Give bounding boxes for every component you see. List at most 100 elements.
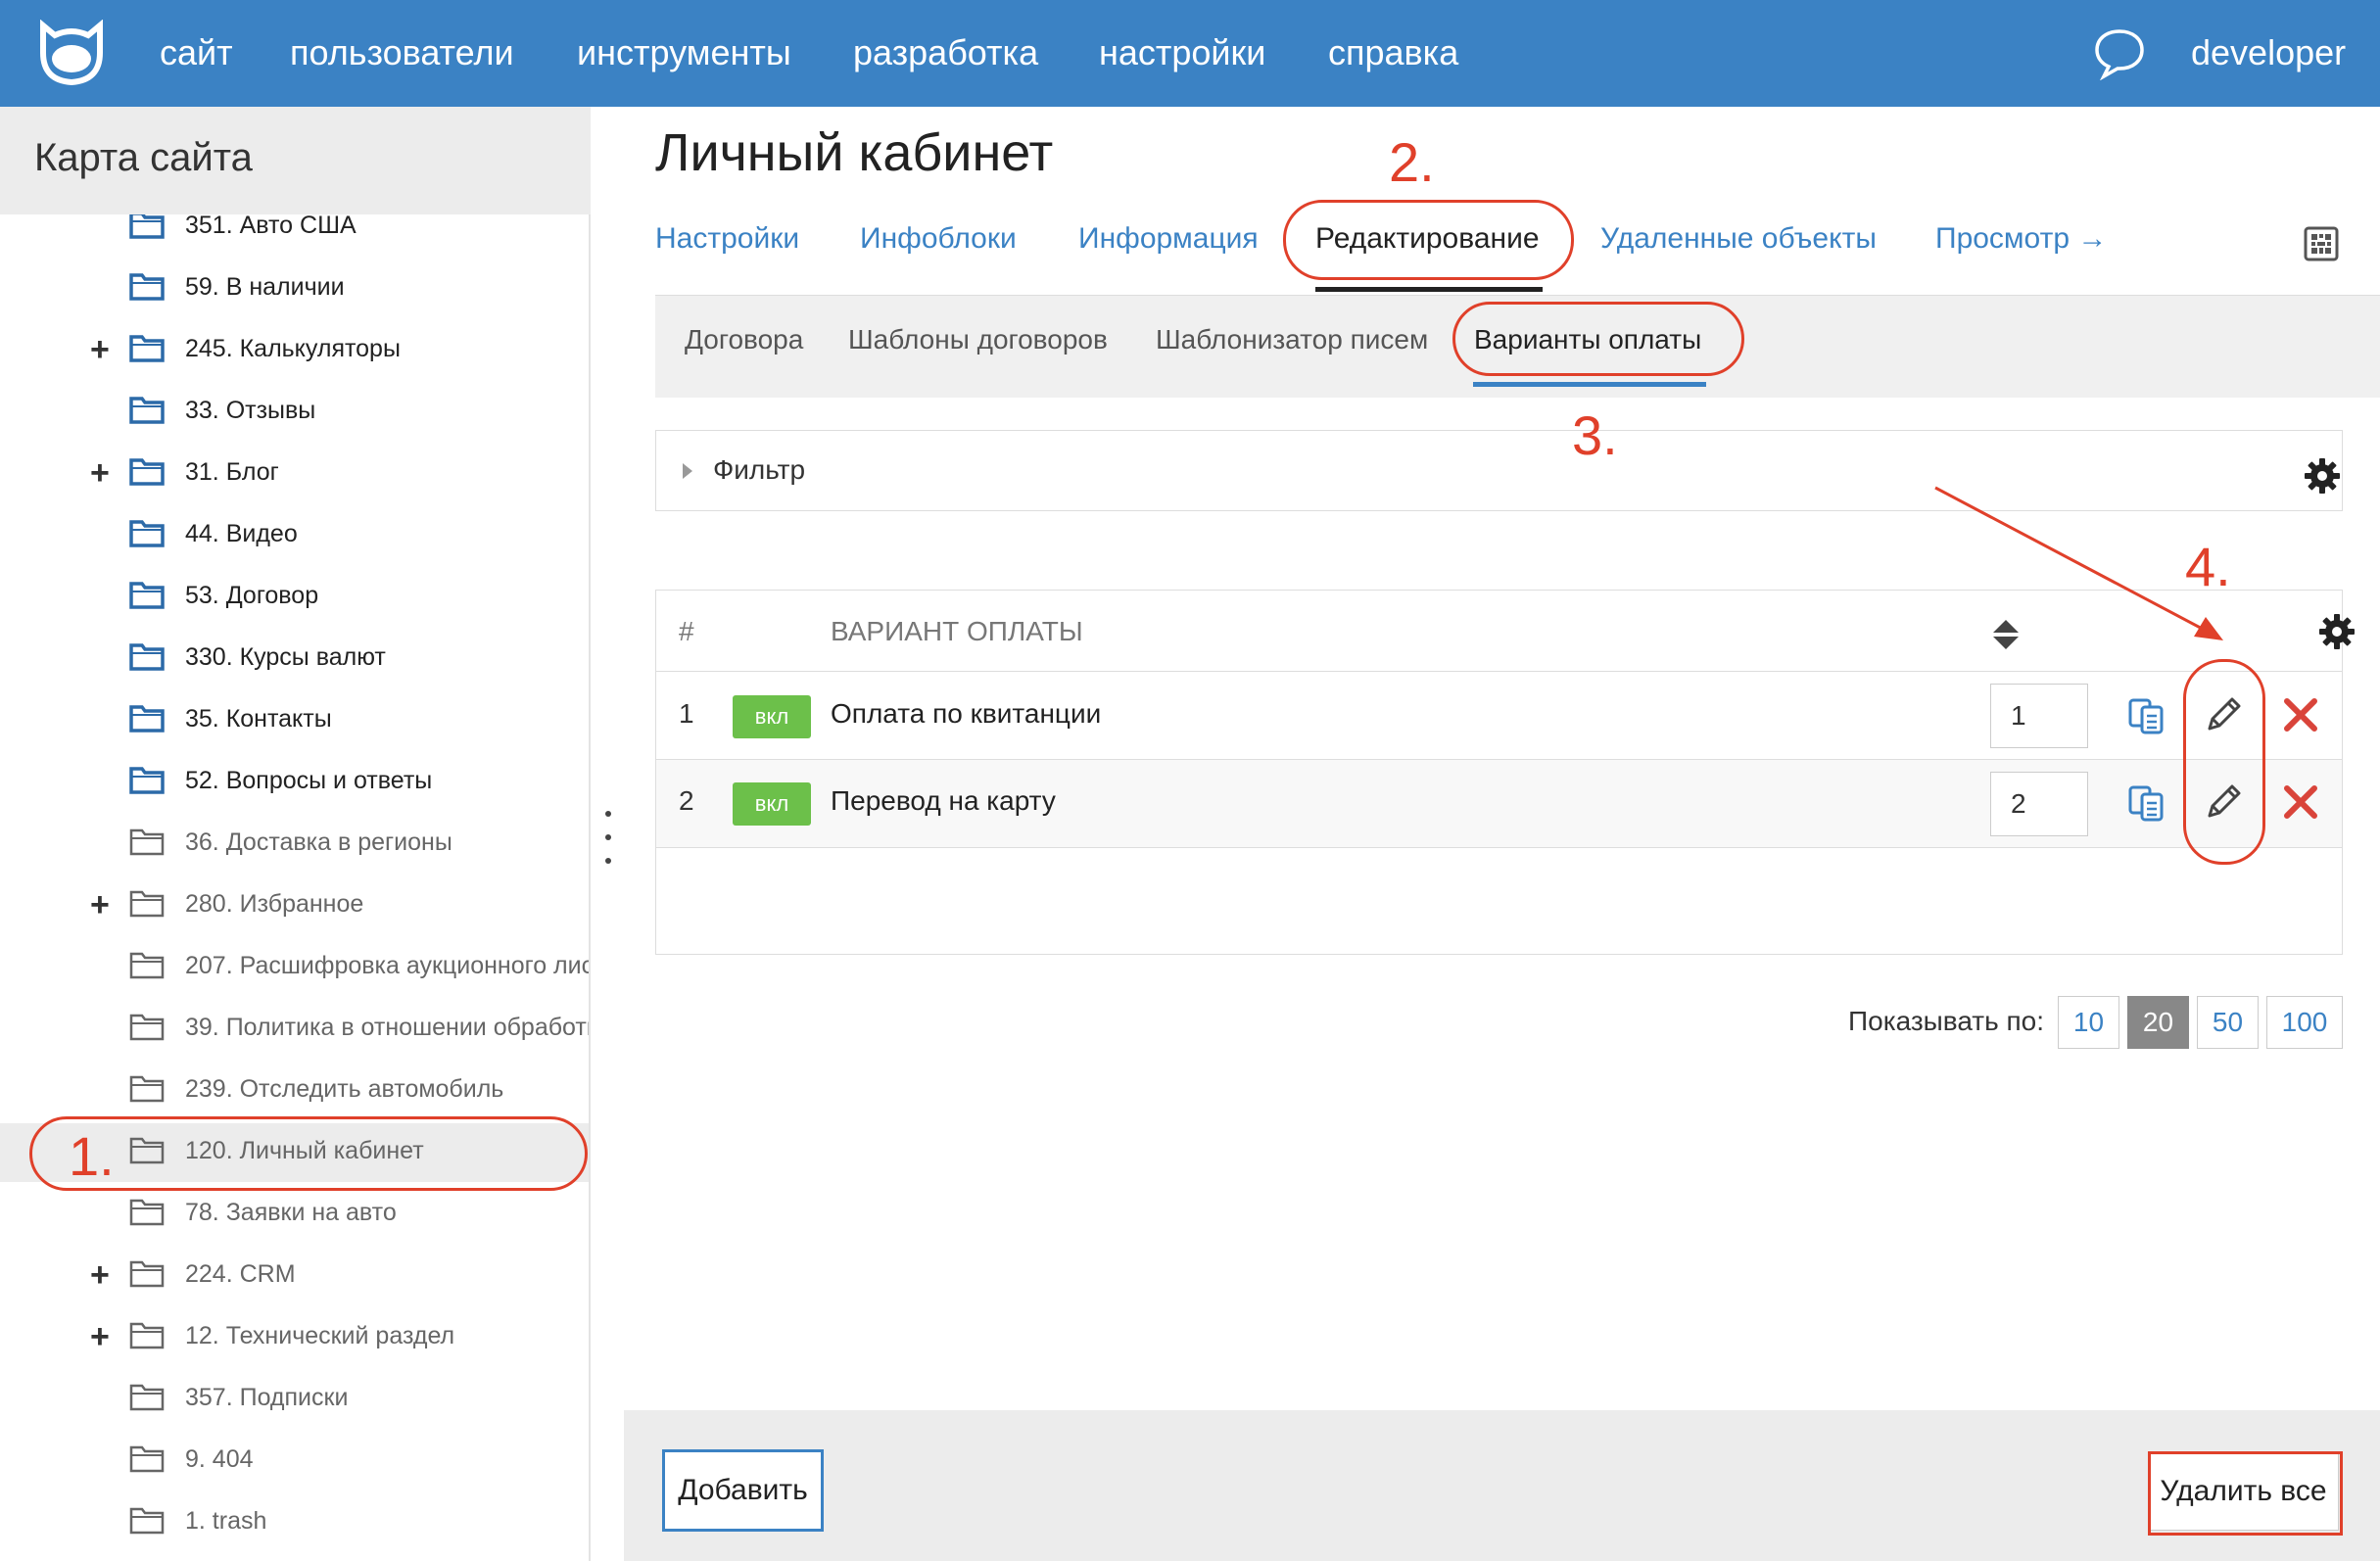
annotation-step-3: 3.: [1572, 404, 1618, 466]
qr-code-icon[interactable]: [2304, 226, 2339, 261]
tab-deleted-objects[interactable]: Удаленные объекты: [1600, 222, 1877, 256]
sitemap-item[interactable]: 357. Подписки: [0, 1370, 589, 1429]
expand-icon[interactable]: +: [90, 888, 110, 922]
folder-icon: [129, 1075, 165, 1103]
folder-icon: [129, 828, 165, 856]
page-size-20[interactable]: 20: [2127, 996, 2189, 1049]
sitemap-item[interactable]: +12. Технический раздел: [0, 1308, 589, 1367]
folder-icon: [129, 1384, 165, 1411]
sort-order-input[interactable]: 1: [1990, 684, 2088, 748]
sitemap-item[interactable]: 239. Отследить автомобиль: [0, 1062, 589, 1120]
sitemap-item[interactable]: +224. CRM: [0, 1247, 589, 1305]
sitemap-item[interactable]: 351. Авто США: [0, 214, 589, 257]
annotation-ring-edit-icons: [2183, 659, 2265, 865]
sitemap-item[interactable]: 36. Доставка в регионы: [0, 815, 589, 874]
folder-icon: [129, 952, 165, 979]
sitemap-item[interactable]: 39. Политика в отношении обработк: [0, 1000, 589, 1059]
page-size-100[interactable]: 100: [2266, 996, 2343, 1049]
folder-icon: [129, 335, 165, 362]
tab-information[interactable]: Информация: [1078, 222, 1259, 256]
tab-infoblocks[interactable]: Инфоблоки: [860, 222, 1017, 256]
folder-icon: [129, 1260, 165, 1288]
sitemap-item[interactable]: 9. 404: [0, 1432, 589, 1490]
sitemap-item[interactable]: 44. Видео: [0, 506, 589, 565]
sitemap-item-label: 245. Калькуляторы: [185, 335, 401, 362]
caret-right-icon: [683, 463, 692, 479]
nav-site[interactable]: сайт: [160, 29, 233, 76]
status-badge[interactable]: вкл: [733, 782, 811, 826]
nav-help[interactable]: справка: [1328, 29, 1458, 76]
column-header-payment-option[interactable]: ВАРИАНТ ОПЛАТЫ: [831, 616, 1083, 647]
status-badge[interactable]: вкл: [733, 695, 811, 738]
active-subtab-underline: [1473, 382, 1706, 387]
expand-icon[interactable]: +: [90, 1320, 110, 1353]
table-row: 2 вкл Перевод на карту 2: [656, 760, 2342, 847]
sitemap-item[interactable]: 52. Вопросы и ответы: [0, 753, 589, 812]
folder-icon: [129, 458, 165, 486]
add-button[interactable]: Добавить: [662, 1449, 824, 1532]
page-title: Личный кабинет: [655, 123, 1054, 182]
sitemap-item[interactable]: 78. Заявки на авто: [0, 1185, 589, 1244]
sidebar-header: Карта сайта: [0, 107, 591, 214]
expand-icon[interactable]: +: [90, 1258, 110, 1292]
sitemap-item[interactable]: +280. Избранное: [0, 876, 589, 935]
delete-icon[interactable]: [2283, 784, 2318, 820]
sidebar-resize-handle[interactable]: [604, 811, 612, 864]
sitemap-item[interactable]: 33. Отзывы: [0, 383, 589, 442]
table-spacer: [656, 848, 2342, 954]
table-settings-gear-icon[interactable]: [2317, 612, 2356, 651]
sidebar: Карта сайта 351. Авто США 59. В наличии +2…: [0, 107, 591, 1561]
chat-icon[interactable]: [2092, 25, 2147, 80]
payment-option-name[interactable]: Оплата по квитанции: [831, 698, 1101, 730]
sitemap-item-label: 36. Доставка в регионы: [185, 828, 452, 856]
subtab-letter-templater[interactable]: Шаблонизатор писем: [1156, 324, 1428, 355]
top-navigation-bar: сайт пользователи инструменты разработка…: [0, 0, 2380, 107]
subtab-contract-templates[interactable]: Шаблоны договоров: [848, 324, 1108, 355]
sitemap-item[interactable]: +245. Калькуляторы: [0, 321, 589, 380]
folder-icon: [129, 520, 165, 547]
delete-icon[interactable]: [2283, 697, 2318, 733]
expand-icon[interactable]: +: [90, 456, 110, 490]
row-number: 1: [679, 698, 694, 729]
sitemap-item-label: 53. Договор: [185, 582, 319, 609]
page-size-50[interactable]: 50: [2197, 996, 2259, 1049]
sitemap-item-label: 31. Блог: [185, 458, 279, 486]
sitemap-item[interactable]: 35. Контакты: [0, 691, 589, 750]
sitemap-item-label: 224. CRM: [185, 1260, 296, 1288]
nav-settings[interactable]: настройки: [1099, 29, 1265, 76]
nav-users[interactable]: пользователи: [290, 29, 514, 76]
folder-icon: [129, 890, 165, 918]
tab-settings[interactable]: Настройки: [655, 222, 799, 256]
sitemap-item-label: 9. 404: [185, 1445, 254, 1473]
sort-order-input[interactable]: 2: [1990, 772, 2088, 836]
sitemap-item-label: 44. Видео: [185, 520, 298, 547]
expand-icon[interactable]: +: [90, 333, 110, 366]
sitemap-item[interactable]: +31. Блог: [0, 445, 589, 503]
subtab-contracts[interactable]: Договора: [685, 324, 803, 355]
sitemap-item-label: 78. Заявки на авто: [185, 1199, 397, 1226]
sitemap-item-label: 207. Расшифровка аукционного лист: [185, 952, 589, 979]
sitemap-item[interactable]: 1. trash: [0, 1493, 589, 1552]
folder-icon: [129, 1507, 165, 1535]
sitemap-item[interactable]: 207. Расшифровка аукционного лист: [0, 938, 589, 997]
filter-settings-gear-icon[interactable]: [2303, 456, 2342, 496]
user-menu[interactable]: developer: [2191, 29, 2346, 76]
copy-icon[interactable]: [2127, 784, 2166, 822]
sitemap-item[interactable]: 53. Договор: [0, 568, 589, 627]
annotation-box-delete-all: [2148, 1451, 2343, 1536]
nav-development[interactable]: разработка: [853, 29, 1038, 76]
sitemap-item[interactable]: 330. Курсы валют: [0, 630, 589, 688]
payment-option-name[interactable]: Перевод на карту: [831, 785, 1056, 817]
sitemap-tree: 351. Авто США 59. В наличии +245. Калькуля…: [0, 214, 589, 1561]
logo-icon[interactable]: [35, 20, 108, 88]
nav-tools[interactable]: инструменты: [577, 29, 791, 76]
copy-icon[interactable]: [2127, 697, 2166, 734]
filter-label: Фильтр: [713, 454, 806, 485]
tab-preview[interactable]: Просмотр →: [1935, 222, 2107, 256]
row-number: 2: [679, 785, 694, 816]
annotation-step-1: 1.: [69, 1125, 115, 1187]
sitemap-item-label: 12. Технический раздел: [185, 1322, 455, 1349]
folder-icon: [129, 1014, 165, 1041]
sitemap-item[interactable]: 59. В наличии: [0, 260, 589, 318]
page-size-10[interactable]: 10: [2058, 996, 2119, 1049]
